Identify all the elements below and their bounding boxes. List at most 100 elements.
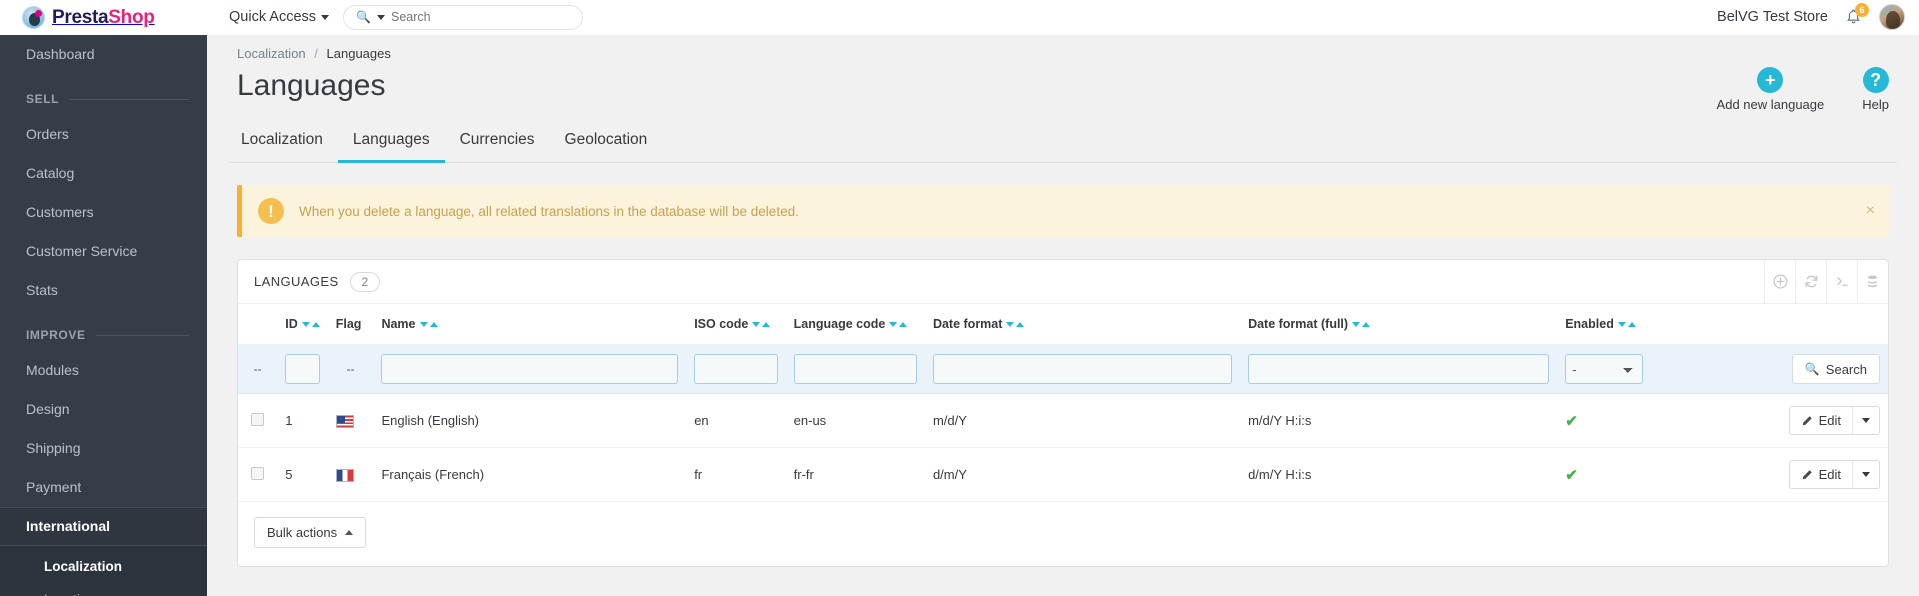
edit-dropdown-toggle[interactable] <box>1852 407 1879 434</box>
edit-dropdown-toggle[interactable] <box>1852 461 1879 488</box>
row-language-code: fr-fr <box>785 447 925 502</box>
filter-date-format-full-input[interactable] <box>1248 354 1550 384</box>
table-header-row: ID Flag Name ISO code Language code Date… <box>238 304 1888 345</box>
notifications-button[interactable]: 6 <box>1846 3 1869 25</box>
sidebar-item-customers[interactable]: Customers <box>0 193 207 232</box>
page-header-actions: + Add new language ? Help <box>1717 61 1889 112</box>
divider <box>69 98 189 100</box>
row-enabled-cell[interactable]: ✔ <box>1557 447 1741 502</box>
sidebar-subitem-localization[interactable]: Localization <box>0 550 207 583</box>
flag-us-icon <box>335 415 354 429</box>
chevron-down-icon[interactable] <box>376 14 385 20</box>
column-header-date-format[interactable]: Date format <box>924 304 1241 345</box>
column-header-enabled[interactable]: Enabled <box>1557 304 1741 345</box>
table-row[interactable]: 1 English (English) en en-us m/d/Y m/d/Y… <box>238 393 1888 448</box>
row-checkbox[interactable] <box>251 466 265 480</box>
filter-date-format-input[interactable] <box>932 354 1233 384</box>
column-header-iso-code[interactable]: ISO code <box>686 304 786 345</box>
enabled-check-icon: ✔ <box>1565 412 1578 430</box>
sort-desc-icon <box>301 322 310 327</box>
sidebar-item-catalog[interactable]: Catalog <box>0 154 207 193</box>
database-icon[interactable] <box>1857 259 1888 304</box>
help-label: Help <box>1862 97 1889 112</box>
store-name[interactable]: BelVG Test Store <box>1717 9 1828 25</box>
bulk-actions-label: Bulk actions <box>267 525 338 540</box>
sidebar-item-orders[interactable]: Orders <box>0 115 207 154</box>
column-header-flag-label: Flag <box>335 317 362 331</box>
sort-icons[interactable] <box>1617 322 1636 327</box>
sort-asc-icon <box>1362 322 1371 327</box>
filter-iso-code-input[interactable] <box>694 354 778 384</box>
avatar[interactable] <box>1879 4 1905 30</box>
sort-icons[interactable] <box>889 322 908 327</box>
filter-id-input[interactable] <box>285 354 320 384</box>
close-icon[interactable]: × <box>1866 203 1875 219</box>
sidebar-item-modules[interactable]: Modules <box>0 351 207 390</box>
sidebar-subitem-locations[interactable]: Locations <box>0 583 207 596</box>
column-header-id[interactable]: ID <box>277 304 328 345</box>
panel-count-badge: 2 <box>349 271 381 292</box>
tab-localization[interactable]: Localization <box>237 123 338 163</box>
sort-icons[interactable] <box>1352 322 1371 327</box>
sidebar-item-shipping[interactable]: Shipping <box>0 429 207 468</box>
row-enabled-cell[interactable]: ✔ <box>1557 393 1741 448</box>
tab-geolocation[interactable]: Geolocation <box>550 123 663 163</box>
sort-icons[interactable] <box>1006 322 1025 327</box>
search-icon: 🔍 <box>356 10 371 24</box>
row-language-code: en-us <box>785 393 925 448</box>
brand-name-part2: Shop <box>108 6 155 28</box>
edit-button[interactable]: Edit <box>1789 461 1852 488</box>
row-flag-cell <box>327 447 374 502</box>
sort-asc-icon <box>1627 322 1636 327</box>
table-row[interactable]: 5 Français (French) fr fr-fr d/m/Y d/m/Y… <box>238 447 1888 502</box>
column-header-language-code[interactable]: Language code <box>785 304 925 345</box>
row-iso-code: en <box>686 393 786 448</box>
languages-table: ID Flag Name ISO code Language code Date… <box>238 304 1888 502</box>
row-edit-button-group: Edit <box>1788 460 1880 489</box>
sidebar-item-customer-service[interactable]: Customer Service <box>0 232 207 271</box>
column-header-name[interactable]: Name <box>373 304 687 345</box>
sidebar-item-dashboard[interactable]: Dashboard <box>0 35 207 74</box>
column-header-date-format-full[interactable]: Date format (full) <box>1240 304 1558 345</box>
add-icon[interactable] <box>1764 259 1795 304</box>
filter-search-button[interactable]: 🔍 Search <box>1791 354 1880 384</box>
filter-language-code-input[interactable] <box>793 354 917 384</box>
row-actions-cell: Edit <box>1740 447 1888 502</box>
sidebar-item-international[interactable]: International <box>0 507 207 546</box>
sort-icons[interactable] <box>752 322 771 327</box>
row-checkbox[interactable] <box>251 412 265 426</box>
sort-icons[interactable] <box>419 322 438 327</box>
search-input[interactable] <box>390 10 571 24</box>
prestashop-logo-link[interactable]: PrestaShop <box>22 6 155 29</box>
chevron-down-icon <box>321 14 330 20</box>
sort-icons[interactable] <box>301 322 320 327</box>
row-date-format: m/d/Y <box>924 393 1241 448</box>
flag-fr-icon <box>335 469 354 483</box>
table-body: -- -- - Yes <box>238 344 1888 502</box>
console-icon[interactable] <box>1826 259 1857 304</box>
filter-enabled-cell: - Yes No <box>1557 344 1741 394</box>
filter-name-input[interactable] <box>381 354 679 384</box>
quick-access-dropdown[interactable]: Quick Access <box>229 9 330 25</box>
search-box[interactable]: 🔍 <box>343 4 584 30</box>
quick-access-label: Quick Access <box>229 9 317 25</box>
chevron-down-icon <box>1862 418 1870 423</box>
breadcrumb-parent[interactable]: Localization <box>237 46 306 61</box>
sidebar-item-payment[interactable]: Payment <box>0 468 207 507</box>
filter-enabled-select[interactable]: - Yes No <box>1565 354 1644 384</box>
sidebar-item-design[interactable]: Design <box>0 390 207 429</box>
help-button[interactable]: ? Help <box>1862 67 1889 112</box>
filter-date-format-cell <box>924 344 1241 394</box>
tab-currencies[interactable]: Currencies <box>445 123 550 163</box>
add-new-language-button[interactable]: + Add new language <box>1717 67 1824 112</box>
sidebar-item-stats[interactable]: Stats <box>0 271 207 310</box>
table-head: ID Flag Name ISO code Language code Date… <box>238 304 1888 345</box>
tab-languages[interactable]: Languages <box>337 123 445 163</box>
bulk-actions-button[interactable]: Bulk actions <box>254 517 367 548</box>
row-date-format: d/m/Y <box>924 447 1241 502</box>
column-header-iso-code-label: ISO code <box>694 317 749 331</box>
table-filter-row: -- -- - Yes <box>238 344 1888 394</box>
refresh-icon[interactable] <box>1795 259 1826 304</box>
edit-button[interactable]: Edit <box>1789 407 1852 434</box>
question-circle-icon: ? <box>1862 67 1889 93</box>
